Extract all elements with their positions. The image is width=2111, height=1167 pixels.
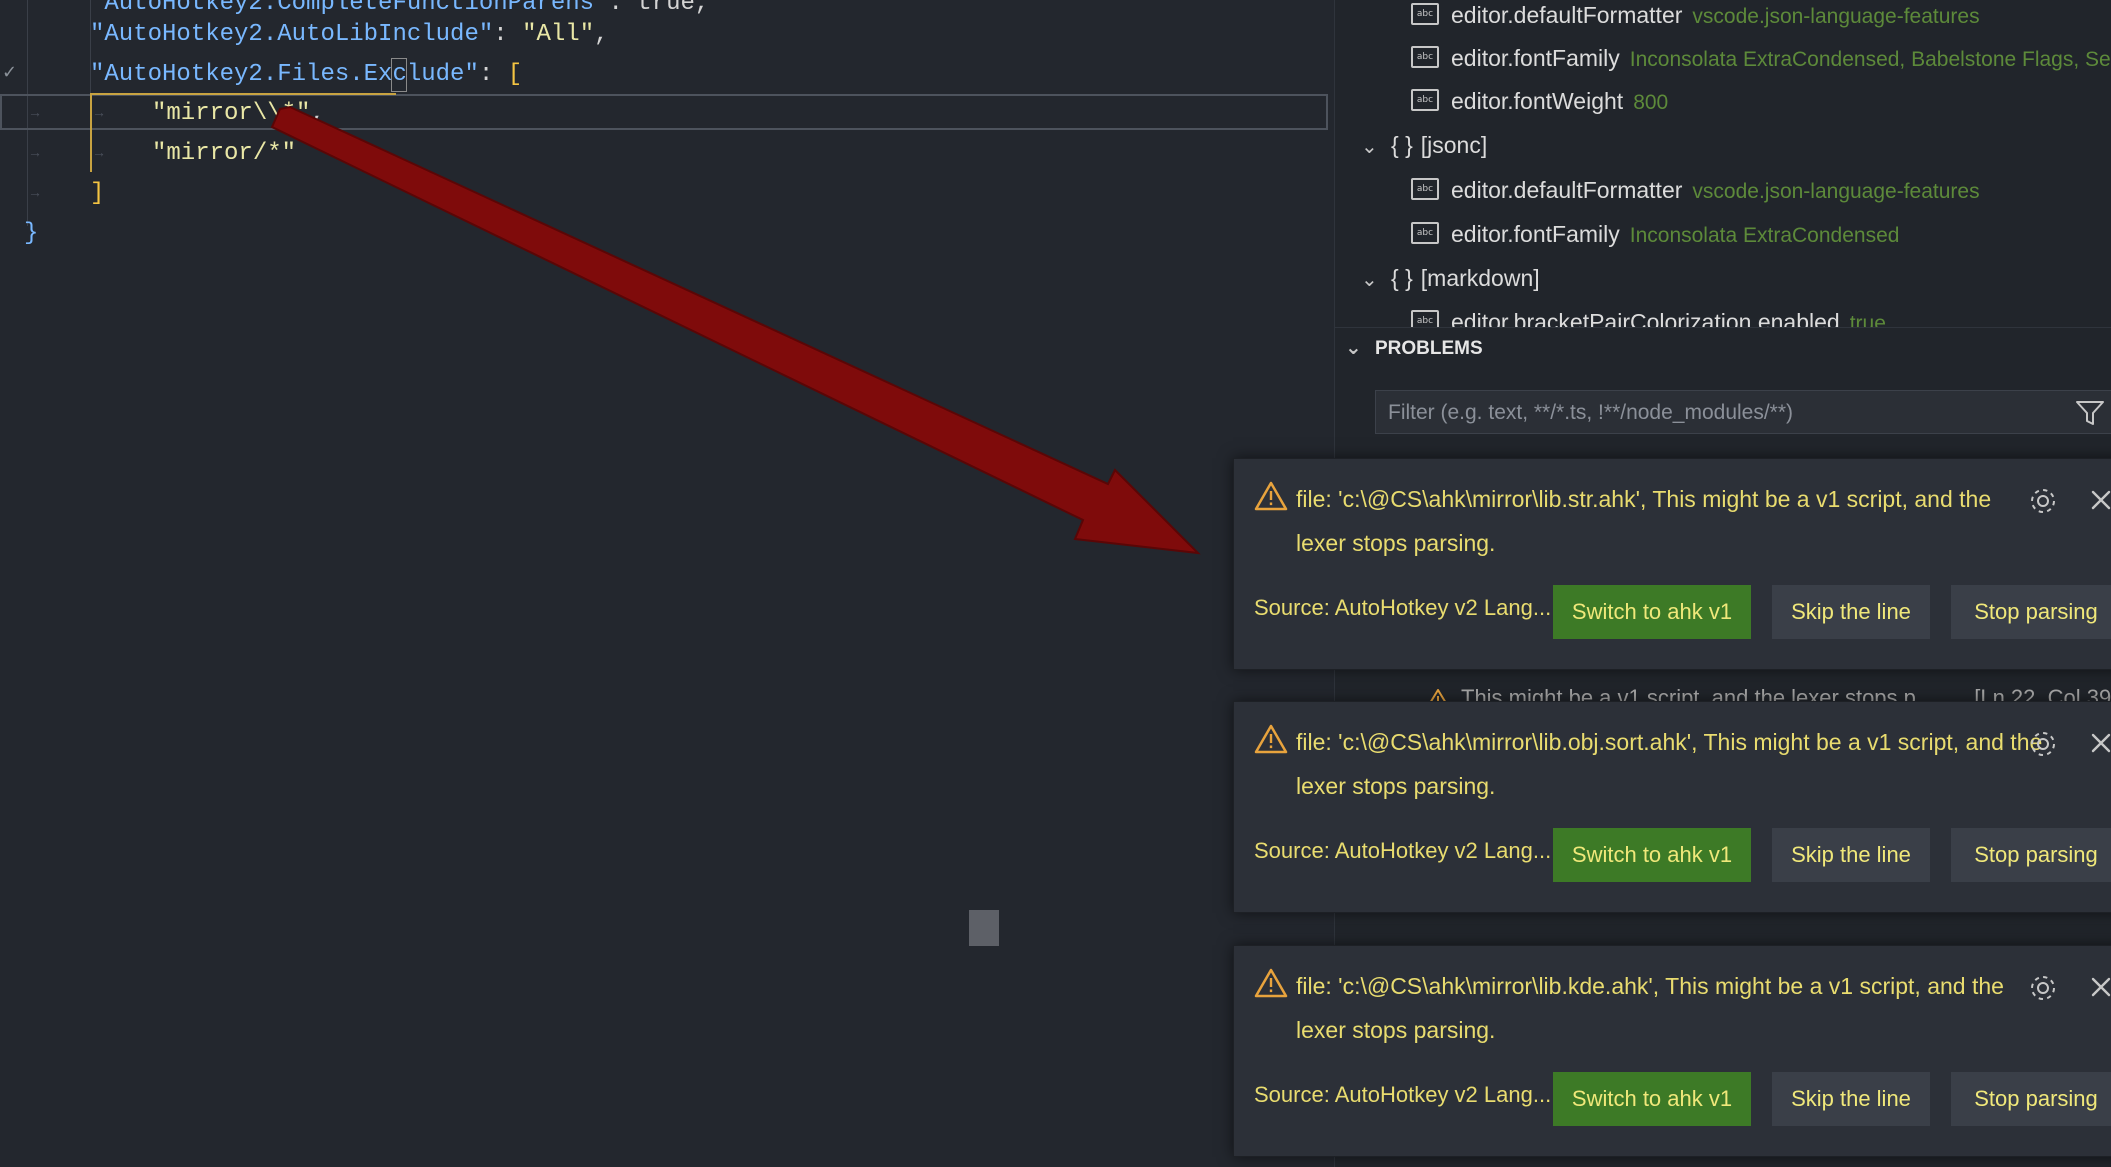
close-icon[interactable] (2087, 486, 2111, 514)
json-punct: : true, (608, 0, 710, 17)
tree-item[interactable]: abc editor.fontFamily Inconsolata ExtraCon… (1411, 38, 2111, 78)
json-key: "AutoHotkey2.AutoLibInclude" (90, 21, 494, 48)
json-bracket: ] (90, 180, 105, 207)
tree-item-label: editor.bracketPairColorization.enabled (1451, 309, 1840, 327)
json-string: "mirror\\*" (152, 100, 311, 127)
close-icon[interactable] (2087, 973, 2111, 1001)
notification-message: file: 'c:\@CS\ahk\mirror\lib.kde.ahk', T… (1296, 973, 2004, 1043)
warning-icon (1254, 481, 1288, 511)
whitespace-arrow-icon: → (28, 144, 42, 160)
switch-to-ahk-v1-button[interactable]: Switch to ahk v1 (1553, 828, 1751, 882)
stop-parsing-button[interactable]: Stop parsing (1951, 585, 2111, 639)
notification-message: file: 'c:\@CS\ahk\mirror\lib.obj.sort.ah… (1296, 729, 2043, 799)
warning-icon (1254, 724, 1288, 754)
chevron-down-icon[interactable]: ⌄ (1361, 127, 1383, 167)
close-icon[interactable] (2087, 729, 2111, 757)
gear-icon[interactable] (2027, 972, 2059, 1004)
tree-section-jsonc[interactable]: ⌄ { } [jsonc] (1361, 125, 1487, 165)
json-string: "mirror/*" (152, 140, 297, 167)
tree-item-value: vscode.json-language-features (1692, 180, 1980, 203)
tree-item-label: editor.fontWeight (1451, 88, 1624, 114)
stop-parsing-button[interactable]: Stop parsing (1951, 1072, 2111, 1126)
string-property-icon: abc (1411, 88, 1439, 111)
json-punct: : (493, 21, 523, 48)
code-line-6[interactable]: ] (90, 174, 104, 214)
chevron-down-icon[interactable]: ⌄ (1345, 328, 1367, 368)
notification-toast: file: 'c:\@CS\ahk\mirror\lib.obj.sort.ah… (1233, 701, 2111, 913)
filter-icon[interactable] (2075, 399, 2105, 427)
code-line-2[interactable]: "AutoHotkey2.AutoLibInclude": "All", (90, 15, 609, 55)
whitespace-arrow-icon: → (92, 144, 106, 160)
settings-outline-tree: abc editor.defaultFormatter vscode.json-la… (1335, 0, 2111, 327)
whitespace-arrow-icon: → (28, 184, 42, 200)
warning-icon (1254, 968, 1288, 998)
switch-to-ahk-v1-button[interactable]: Switch to ahk v1 (1553, 1072, 1751, 1126)
tree-section-label: [jsonc] (1420, 132, 1488, 158)
whitespace-arrow-icon: → (92, 104, 106, 120)
notification-source: Source: AutoHotkey v2 Lang... (1254, 1082, 1552, 1107)
json-punct: : (478, 61, 508, 88)
problems-filter[interactable] (1375, 390, 2111, 435)
problems-title: PROBLEMS (1375, 338, 1483, 359)
skip-the-line-button[interactable]: Skip the line (1772, 828, 1930, 882)
code-line-3[interactable]: "AutoHotkey2.Files.Exclude": [ (90, 55, 522, 95)
tree-section-markdown[interactable]: ⌄ { } [markdown] (1361, 258, 1540, 298)
tree-item-value: true (1849, 312, 1886, 327)
notification-message: file: 'c:\@CS\ahk\mirror\lib.str.ahk', T… (1296, 486, 1992, 556)
tree-item[interactable]: abc editor.defaultFormatter vscode.json-la… (1411, 170, 1980, 210)
stop-parsing-button[interactable]: Stop parsing (1951, 828, 2111, 882)
scrollbar-thumb[interactable] (969, 910, 999, 946)
notification-source: Source: AutoHotkey v2 Lang... (1254, 838, 1552, 863)
notification-toast: file: 'c:\@CS\ahk\mirror\lib.str.ahk', T… (1233, 458, 2111, 670)
skip-the-line-button[interactable]: Skip the line (1772, 585, 1930, 639)
gear-icon[interactable] (2027, 728, 2059, 760)
json-punct: , (310, 100, 325, 127)
gear-icon[interactable] (2027, 485, 2059, 517)
tree-item-label: editor.defaultFormatter (1451, 177, 1683, 203)
tree-item-value: 800 (1633, 91, 1669, 114)
string-property-icon: abc (1411, 177, 1439, 200)
code-line-7[interactable]: } (24, 214, 38, 254)
chevron-down-icon[interactable]: ⌄ (1361, 260, 1383, 300)
object-icon: { } (1391, 265, 1413, 291)
code-line-5[interactable]: "mirror/*" (152, 134, 296, 174)
tree-item[interactable]: abc editor.bracketPairColorization.enable… (1411, 302, 1886, 327)
whitespace-arrow-icon: → (28, 104, 42, 120)
code-editor[interactable]: "AutoHotkey2.CompleteFunctionParens": tr… (0, 0, 1331, 1167)
notification-toast: file: 'c:\@CS\ahk\mirror\lib.kde.ahk', T… (1233, 945, 2111, 1157)
gutter-check-icon: ✓ (2, 62, 18, 82)
object-icon: { } (1391, 132, 1413, 158)
json-punct: , (594, 21, 609, 48)
tree-item-label: editor.fontFamily (1451, 45, 1620, 71)
tree-item[interactable]: abc editor.defaultFormatter vscode.json-la… (1411, 0, 1980, 35)
notification-source: Source: AutoHotkey v2 Lang... (1254, 595, 1552, 620)
json-key: "AutoHotkey2.Files.Exclude" (90, 61, 479, 88)
code-line-4[interactable]: "mirror\\*", (152, 94, 325, 134)
tree-item[interactable]: abc editor.fontWeight 800 (1411, 81, 1668, 121)
string-property-icon: abc (1411, 2, 1439, 25)
skip-the-line-button[interactable]: Skip the line (1772, 1072, 1930, 1126)
tree-item[interactable]: abc editor.fontFamily Inconsolata ExtraCon… (1411, 214, 1899, 254)
problems-filter-input[interactable] (1376, 391, 2050, 435)
string-property-icon: abc (1411, 221, 1439, 244)
json-brace: } (24, 220, 39, 247)
tree-section-label: [markdown] (1420, 265, 1540, 291)
tree-item-value: vscode.json-language-features (1692, 5, 1980, 28)
tree-item-value: Inconsolata ExtraCondensed (1629, 224, 1900, 247)
json-string: "All" (522, 21, 595, 48)
problems-panel-header[interactable]: ⌄ PROBLEMS (1335, 327, 2111, 368)
switch-to-ahk-v1-button[interactable]: Switch to ahk v1 (1553, 585, 1751, 639)
string-property-icon: abc (1411, 45, 1439, 68)
tree-item-value: Inconsolata ExtraCondensed, Babelstone F… (1629, 48, 2111, 71)
tree-item-label: editor.defaultFormatter (1451, 2, 1683, 28)
boolean-property-icon: abc (1411, 309, 1439, 327)
json-bracket: [ (507, 61, 523, 88)
tree-item-label: editor.fontFamily (1451, 221, 1620, 247)
